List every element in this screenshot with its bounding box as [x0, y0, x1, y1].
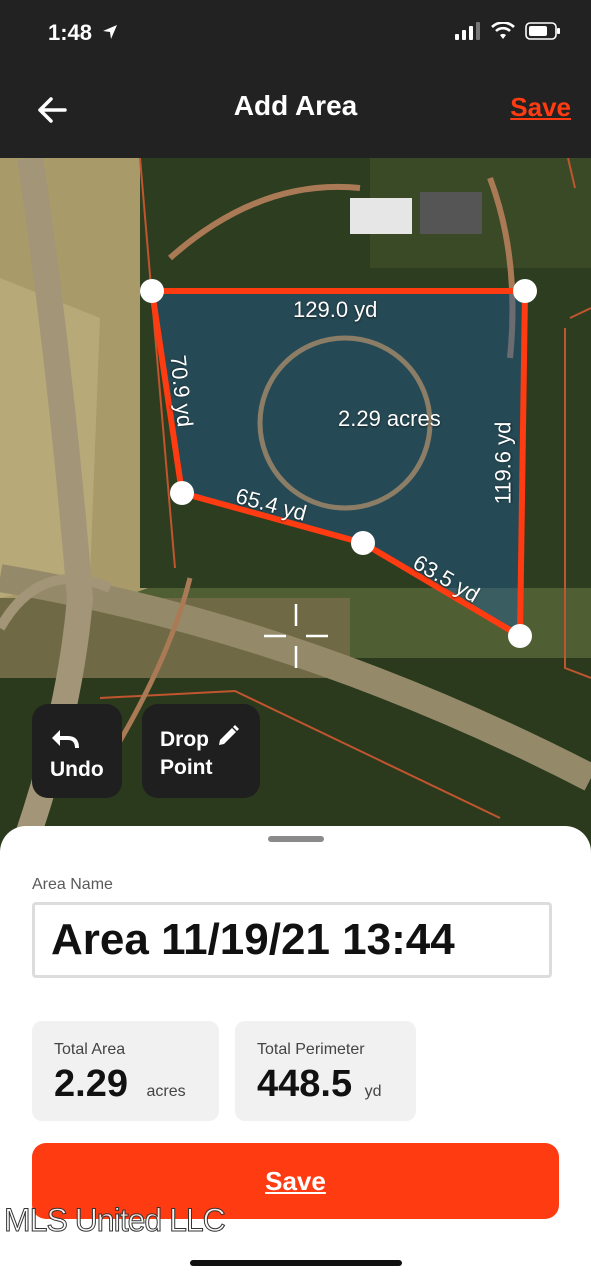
total-area-label: Total Area	[54, 1041, 126, 1058]
drop-point-label-line1: Drop	[160, 728, 209, 751]
drop-point-label-line2: Point	[160, 756, 213, 779]
area-name-label: Area Name	[32, 876, 113, 893]
drop-point-button[interactable]: Drop Point	[142, 704, 260, 798]
total-perimeter-value: 448.5	[257, 1063, 353, 1105]
vertex-handle[interactable]	[140, 279, 164, 303]
location-arrow-icon	[103, 25, 117, 39]
total-area-card: Total Area 2.29 acres	[32, 1021, 219, 1121]
undo-icon	[52, 730, 79, 749]
home-indicator	[190, 1260, 402, 1266]
battery-icon	[525, 22, 560, 40]
status-time: 1:48	[48, 20, 93, 45]
segment-label-right: 119.6 yd	[490, 421, 516, 505]
total-area-value-row: 2.29 acres	[54, 1063, 186, 1106]
vertex-handle[interactable]	[508, 624, 532, 648]
total-perimeter-unit: yd	[364, 1083, 382, 1100]
area-name-input[interactable]	[32, 902, 552, 978]
total-perimeter-label: Total Perimeter	[257, 1041, 365, 1058]
undo-label: Undo	[50, 758, 104, 781]
header-save-button[interactable]: Save	[510, 92, 571, 123]
watermark: MLS United LLC	[4, 1202, 227, 1239]
total-area-unit: acres	[146, 1083, 186, 1100]
vertex-handle[interactable]	[170, 481, 194, 505]
vertex-handle[interactable]	[513, 279, 537, 303]
satellite-map[interactable]: 129.0 yd 70.9 yd 119.6 yd 65.4 yd 63.5 y…	[0, 158, 591, 858]
drag-handle[interactable]	[268, 836, 324, 842]
total-area-value: 2.29	[54, 1063, 128, 1105]
segment-label-top: 129.0 yd	[293, 297, 378, 322]
area-label: 2.29 acres	[338, 406, 441, 431]
cellular-signal-icon	[455, 22, 480, 40]
wifi-icon	[491, 22, 515, 39]
vertex-handle[interactable]	[351, 531, 375, 555]
status-icons	[455, 22, 561, 40]
page-title: Add Area	[233, 90, 358, 121]
total-perimeter-value-row: 448.5 yd	[257, 1063, 382, 1106]
pencil-icon	[219, 725, 239, 745]
total-perimeter-card: Total Perimeter 448.5 yd	[235, 1021, 416, 1121]
undo-button[interactable]: Undo	[32, 704, 122, 798]
top-bar: 1:48 Add Area Save	[0, 0, 591, 158]
